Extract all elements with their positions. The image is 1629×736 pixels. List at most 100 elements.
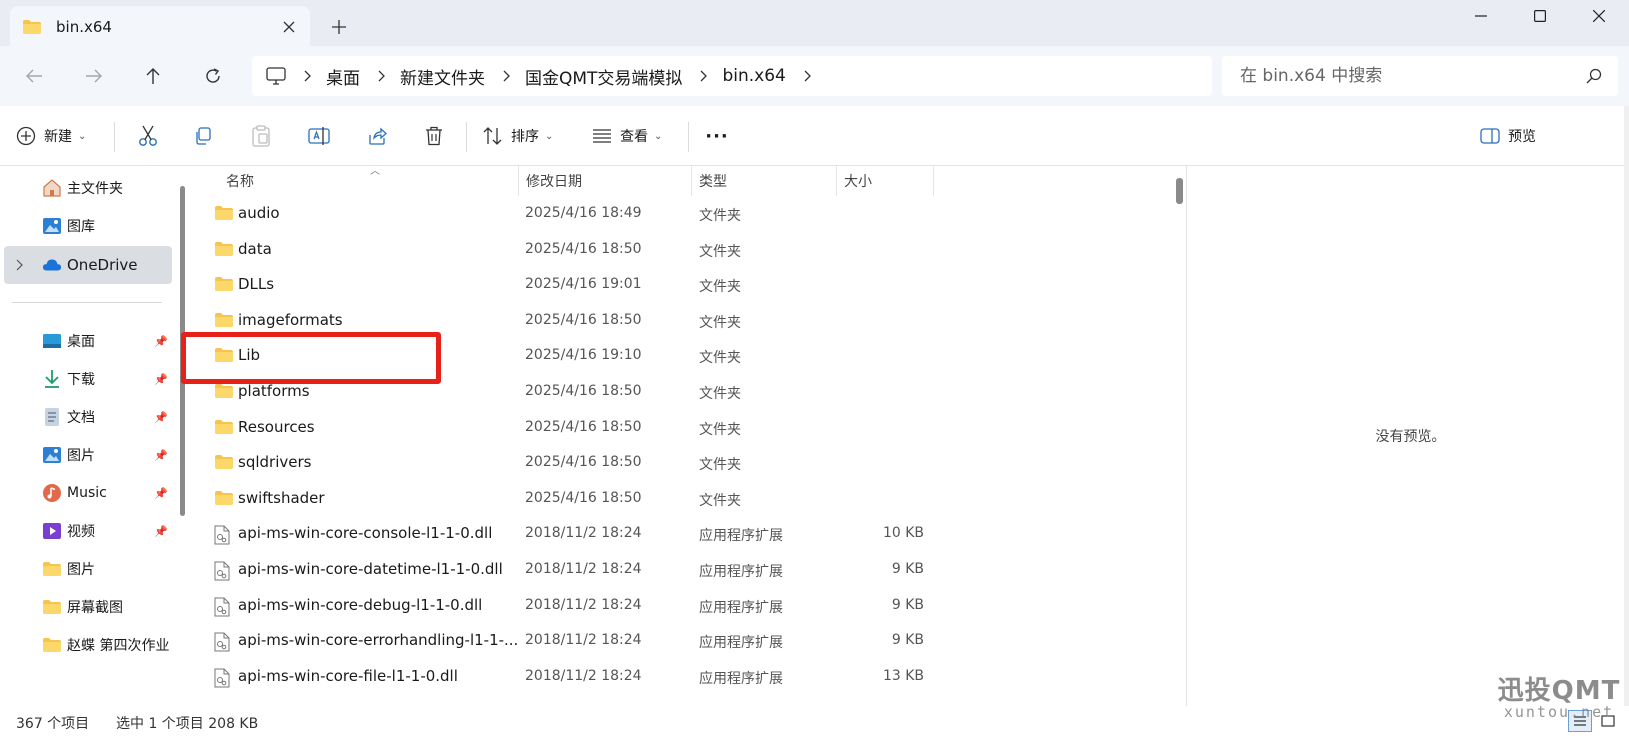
sidebar-item-pictures-folder[interactable]: 图片: [0, 551, 175, 587]
copy-button[interactable]: [185, 118, 221, 154]
pin-icon[interactable]: 📌: [154, 373, 168, 386]
sort-button[interactable]: 排序 ⌄: [483, 118, 553, 154]
sidebar-item-screenshots[interactable]: 屏幕截图: [0, 589, 175, 625]
file-row[interactable]: api-ms-win-core-debug-l1-1-0.dll 2018/11/…: [212, 588, 1172, 624]
folder-icon: [214, 454, 234, 472]
back-button[interactable]: [14, 58, 54, 94]
cloud-icon: [42, 255, 62, 275]
refresh-button[interactable]: [193, 58, 233, 94]
sidebar-item-music[interactable]: Music 📌: [0, 475, 175, 511]
column-separator[interactable]: [836, 166, 837, 196]
sidebar-item-gallery[interactable]: 图库: [0, 208, 175, 244]
file-date: 2018/11/2 18:24: [525, 596, 642, 613]
file-row[interactable]: api-ms-win-core-console-l1-1-0.dll 2018/1…: [212, 516, 1172, 552]
breadcrumb-desktop[interactable]: 桌面: [326, 64, 360, 89]
new-button[interactable]: 新建 ⌄: [16, 118, 86, 154]
sidebar-item-downloads[interactable]: 下载 📌: [0, 361, 175, 397]
file-type: 文件夹: [699, 421, 741, 438]
column-header-name[interactable]: 名称: [226, 166, 254, 196]
pictures-icon: [42, 445, 62, 465]
sidebar-scrollbar[interactable]: [180, 186, 185, 516]
sidebar-item-desktop[interactable]: 桌面 📌: [0, 323, 175, 359]
chevron-right-icon[interactable]: [503, 70, 511, 82]
column-header-date[interactable]: 修改日期: [526, 166, 582, 196]
preview-button[interactable]: 预览: [1480, 118, 1536, 154]
sidebar-item-documents[interactable]: 文档 📌: [0, 399, 175, 435]
pin-icon[interactable]: 📌: [154, 449, 168, 462]
preview-label: 预览: [1508, 129, 1536, 145]
forward-button[interactable]: [74, 58, 114, 94]
folder-icon: [42, 597, 62, 617]
up-button[interactable]: [133, 58, 173, 94]
folder-row[interactable]: audio 2025/4/16 18:49 文件夹: [212, 196, 1172, 232]
delete-button[interactable]: [416, 118, 452, 154]
column-header-size[interactable]: 大小: [844, 166, 872, 196]
new-label: 新建: [44, 129, 72, 145]
folder-row[interactable]: DLLs 2025/4/16 19:01 文件夹: [212, 267, 1172, 303]
column-separator[interactable]: [691, 166, 692, 196]
folder-row[interactable]: platforms 2025/4/16 18:50 文件夹: [212, 374, 1172, 410]
search-icon[interactable]: [1586, 68, 1602, 84]
column-header-type[interactable]: 类型: [699, 166, 727, 196]
file-row[interactable]: api-ms-win-core-errorhandling-l1-1-... 20…: [212, 623, 1172, 659]
sidebar-item-label: 赵蝶 第四次作业: [67, 638, 170, 654]
breadcrumb-new-folder[interactable]: 新建文件夹: [400, 64, 485, 89]
sidebar-item-pictures[interactable]: 图片 📌: [0, 437, 175, 473]
file-list-scrollbar[interactable]: [1176, 178, 1183, 204]
chevron-right-icon[interactable]: [700, 70, 708, 82]
file-name: api-ms-win-core-datetime-l1-1-0.dll: [238, 560, 503, 578]
folder-icon: [214, 419, 234, 437]
plus-icon: [332, 20, 346, 34]
chevron-right-icon[interactable]: [304, 70, 312, 82]
pin-icon[interactable]: 📌: [154, 525, 168, 538]
folder-row[interactable]: Lib 2025/4/16 19:10 文件夹: [212, 338, 1172, 374]
folder-row[interactable]: data 2025/4/16 18:50 文件夹: [212, 232, 1172, 268]
folder-row[interactable]: imageformats 2025/4/16 18:50 文件夹: [212, 303, 1172, 339]
paste-button[interactable]: [243, 118, 279, 154]
pane-divider[interactable]: [1186, 166, 1187, 706]
tiles-view-button[interactable]: [1596, 710, 1620, 732]
sidebar-item-label: 图片: [67, 448, 95, 464]
sidebar-item-label: 图库: [67, 219, 95, 235]
dll-file-icon: [214, 668, 234, 688]
close-tab-button[interactable]: [274, 12, 304, 42]
sidebar-item-videos[interactable]: 视频 📌: [0, 513, 175, 549]
search-input[interactable]: [1240, 66, 1560, 86]
close-window-button[interactable]: [1570, 0, 1628, 32]
folder-row[interactable]: sqldrivers 2025/4/16 18:50 文件夹: [212, 445, 1172, 481]
breadcrumb-qmt[interactable]: 国金QMT交易端模拟: [525, 64, 682, 89]
sidebar-item-homework[interactable]: 赵蝶 第四次作业: [0, 627, 175, 663]
minimize-button[interactable]: [1452, 0, 1510, 32]
details-view-button[interactable]: [1568, 710, 1592, 732]
pin-icon[interactable]: 📌: [154, 411, 168, 424]
download-icon: [42, 369, 62, 389]
breadcrumb-bin-x64[interactable]: bin.x64: [722, 66, 785, 86]
chevron-right-icon[interactable]: [378, 70, 386, 82]
chevron-right-icon[interactable]: [804, 70, 812, 82]
file-row[interactable]: api-ms-win-core-file-l1-1-0.dll 2018/11/2…: [212, 659, 1172, 695]
file-name: api-ms-win-core-errorhandling-l1-1-...: [238, 631, 518, 650]
file-date: 2025/4/16 18:49: [525, 205, 642, 221]
chevron-right-icon[interactable]: [16, 257, 23, 275]
new-tab-button[interactable]: [324, 12, 354, 42]
address-bar[interactable]: 桌面 新建文件夹 国金QMT交易端模拟 bin.x64: [252, 56, 1212, 96]
folder-row[interactable]: Resources 2025/4/16 18:50 文件夹: [212, 410, 1172, 446]
file-name: platforms: [238, 382, 310, 400]
pin-icon[interactable]: 📌: [154, 335, 168, 348]
address-row: 桌面 新建文件夹 国金QMT交易端模拟 bin.x64: [0, 46, 1629, 106]
share-button[interactable]: [359, 118, 395, 154]
cut-button[interactable]: [130, 118, 166, 154]
pin-icon[interactable]: 📌: [154, 487, 168, 500]
tab-bin-x64[interactable]: bin.x64: [10, 6, 310, 48]
sidebar-item-label: 图片: [67, 562, 95, 578]
sidebar-item-home[interactable]: 主文件夹: [0, 170, 175, 206]
rename-button[interactable]: [301, 118, 337, 154]
more-options-button[interactable]: ···: [700, 118, 734, 154]
view-button[interactable]: 查看 ⌄: [592, 118, 662, 154]
column-separator[interactable]: [933, 166, 934, 196]
folder-row[interactable]: swiftshader 2025/4/16 18:50 文件夹: [212, 481, 1172, 517]
file-row[interactable]: api-ms-win-core-datetime-l1-1-0.dll 2018/…: [212, 552, 1172, 588]
column-separator[interactable]: [518, 166, 519, 196]
maximize-button[interactable]: [1511, 0, 1569, 32]
sidebar-item-onedrive[interactable]: OneDrive: [4, 246, 172, 284]
